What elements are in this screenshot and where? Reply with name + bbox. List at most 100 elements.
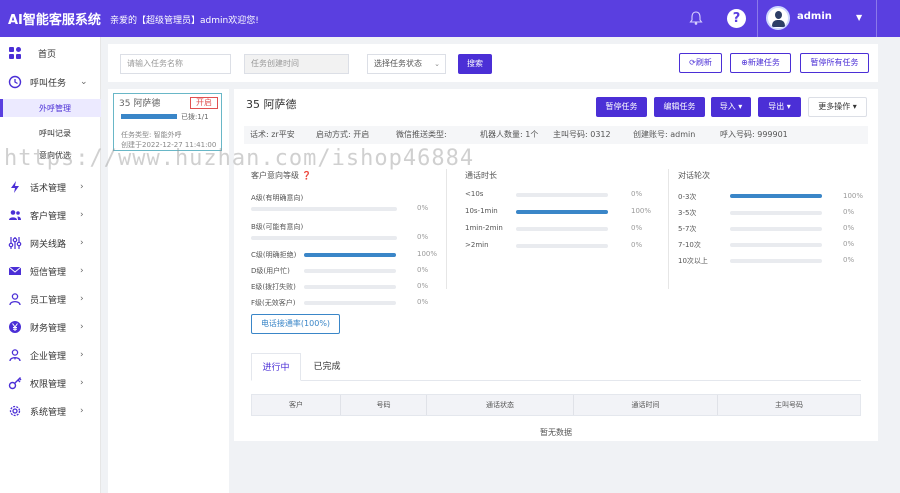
duration-bar-1 [516, 193, 608, 197]
chevron-right-icon: › [80, 238, 84, 248]
sidebar-item-system[interactable]: 系统管理 › [0, 401, 101, 421]
sidebar-item-home[interactable]: 首页 [0, 43, 101, 63]
sidebar-item-finance[interactable]: 财务管理 › [0, 317, 101, 337]
top-bar: AI智能客服系统 亲爱的【超级管理员】admin欢迎您! ? admin ▼ [0, 0, 900, 37]
refresh-label: 刷新 [695, 58, 712, 67]
pause-all-button[interactable]: 暂停所有任务 [800, 53, 869, 73]
pause-task-button[interactable]: 暂停任务 [596, 97, 647, 117]
yen-icon [9, 321, 21, 333]
task-name-input[interactable]: 请输入任务名称 [120, 54, 231, 74]
rounds-fill-1 [730, 194, 822, 198]
column-header-call-time[interactable]: 通话时间 [574, 395, 718, 415]
rounds-pct-1: 100% [843, 192, 864, 200]
intent-label-a: A级(有明确意向) [251, 194, 304, 202]
info-wechat-push: 微信推送类型: [396, 130, 447, 139]
status-badge: 开启 [190, 97, 218, 109]
task-list: 35 阿萨德 开启 已拨:1/1 任务类型: 智能外呼 创建于2022-12-2… [108, 89, 229, 493]
sidebar-subitem-intent[interactable]: 意向优选 [39, 150, 71, 161]
status-tabs: 进行中 已完成 [251, 353, 861, 381]
rounds-pct-2: 0% [843, 208, 855, 216]
intent-bar-d [304, 269, 396, 273]
users-icon [9, 210, 21, 220]
intent-pct-c: 100% [417, 250, 438, 258]
intent-pct-e: 0% [417, 282, 429, 290]
sidebar-item-call-tasks[interactable]: 呼叫任务 ⌄ [0, 72, 101, 92]
refresh-button[interactable]: ⟳刷新 [679, 53, 722, 73]
more-label: 更多操作 [818, 102, 851, 111]
question-circle-icon[interactable]: ❓ [302, 171, 312, 180]
column-header-call-status[interactable]: 通话状态 [427, 395, 574, 415]
chevron-right-icon: › [80, 350, 84, 360]
column-header-caller[interactable]: 主叫号码 [718, 395, 860, 415]
more-actions-dropdown[interactable]: 更多操作 ▾ [808, 97, 867, 117]
task-card[interactable]: 35 阿萨德 开启 已拨:1/1 任务类型: 智能外呼 创建于2022-12-2… [113, 93, 222, 151]
tab-completed[interactable]: 已完成 [303, 353, 351, 381]
sidebar-item-label: 企业管理 [30, 351, 67, 362]
intent-label-d: D级(用户忙) [251, 267, 290, 275]
edit-task-button[interactable]: 编辑任务 [654, 97, 705, 117]
duration-bar-4 [516, 244, 608, 248]
intent-label-e: E级(拨打失败) [251, 283, 296, 291]
sidebar-item-sms[interactable]: 短信管理 › [0, 261, 101, 281]
duration-fill-2 [516, 210, 608, 214]
sidebar-item-customers[interactable]: 客户管理 › [0, 205, 101, 225]
user-tie-icon [9, 349, 21, 362]
select-value: 选择任务状态 [374, 59, 422, 68]
info-robots: 机器人数量: 1个 [480, 130, 539, 139]
tab-in-progress[interactable]: 进行中 [251, 353, 301, 381]
created-time-input[interactable]: 任务创建时间 [244, 54, 349, 74]
sidebar-subitem-call-records[interactable]: 呼叫记录 [39, 128, 71, 139]
duration-pct-3: 0% [631, 224, 643, 232]
question-circle-icon[interactable]: ? [727, 9, 746, 28]
rounds-label-3: 5-7次 [678, 225, 697, 233]
search-button[interactable]: 搜索 [458, 54, 492, 74]
task-status-select[interactable]: 选择任务状态 ⌄ [367, 54, 446, 74]
task-card-ratio: 已拨:1/1 [181, 113, 209, 121]
sidebar-item-permissions[interactable]: 权限管理 › [0, 373, 101, 393]
intent-bar-b [251, 236, 397, 240]
sidebar-item-staff[interactable]: 员工管理 › [0, 289, 101, 309]
chevron-down-icon: ⌄ [80, 77, 88, 87]
export-dropdown[interactable]: 导出 ▾ [758, 97, 801, 117]
bell-icon[interactable] [688, 10, 704, 26]
section-divider [446, 169, 447, 289]
new-task-button[interactable]: ⊕新建任务 [730, 53, 791, 73]
welcome-text: 亲爱的【超级管理员】admin欢迎您! [110, 16, 259, 26]
sidebar-item-scripts[interactable]: 话术管理 › [0, 177, 101, 197]
rounds-pct-4: 0% [843, 240, 855, 248]
rounds-pct-5: 0% [843, 256, 855, 264]
intent-label-b: B级(可能有意向) [251, 223, 304, 231]
sidebar-item-gateways[interactable]: 网关线路 › [0, 233, 101, 253]
chevron-right-icon: › [80, 378, 84, 388]
page-title: 35 阿萨德 [246, 98, 297, 111]
column-header-customer[interactable]: 客户 [252, 395, 341, 415]
duration-label-3: 1min-2min [465, 224, 503, 232]
duration-pct-1: 0% [631, 190, 643, 198]
sidebar-item-label: 财务管理 [30, 323, 67, 334]
sidebar: 首页 呼叫任务 ⌄ 外呼管理 呼叫记录 意向优选 话术管理 › 客户管理 › 网… [0, 37, 101, 493]
duration-bar-2 [516, 210, 608, 214]
new-task-label: 新建任务 [747, 58, 780, 67]
envelope-icon [8, 266, 22, 275]
sidebar-subitem-outbound[interactable]: 外呼管理 [39, 103, 71, 114]
chevron-down-icon[interactable]: ▼ [856, 13, 862, 22]
username[interactable]: admin [797, 11, 832, 22]
export-label: 导出 [768, 102, 785, 111]
sidebar-item-label: 首页 [38, 49, 57, 60]
avatar[interactable] [766, 6, 790, 30]
rounds-label-4: 7-10次 [678, 241, 701, 249]
gear-icon [9, 405, 21, 417]
duration-section-title: 通话时长 [465, 171, 497, 180]
column-header-number[interactable]: 号码 [341, 395, 427, 415]
info-start-mode: 启动方式: 开启 [316, 130, 370, 139]
connect-rate-button[interactable]: 电话接通率(100%) [251, 314, 340, 334]
header-divider [757, 0, 758, 37]
import-dropdown[interactable]: 导入 ▾ [711, 97, 751, 117]
sidebar-item-label: 系统管理 [30, 407, 67, 418]
intent-title: 客户意向等级 [251, 171, 299, 180]
sidebar-item-enterprise[interactable]: 企业管理 › [0, 345, 101, 365]
duration-pct-4: 0% [631, 241, 643, 249]
chevron-down-icon: ⌄ [434, 60, 440, 68]
intent-fill-c [304, 253, 396, 257]
sidebar-item-label: 话术管理 [30, 183, 67, 194]
